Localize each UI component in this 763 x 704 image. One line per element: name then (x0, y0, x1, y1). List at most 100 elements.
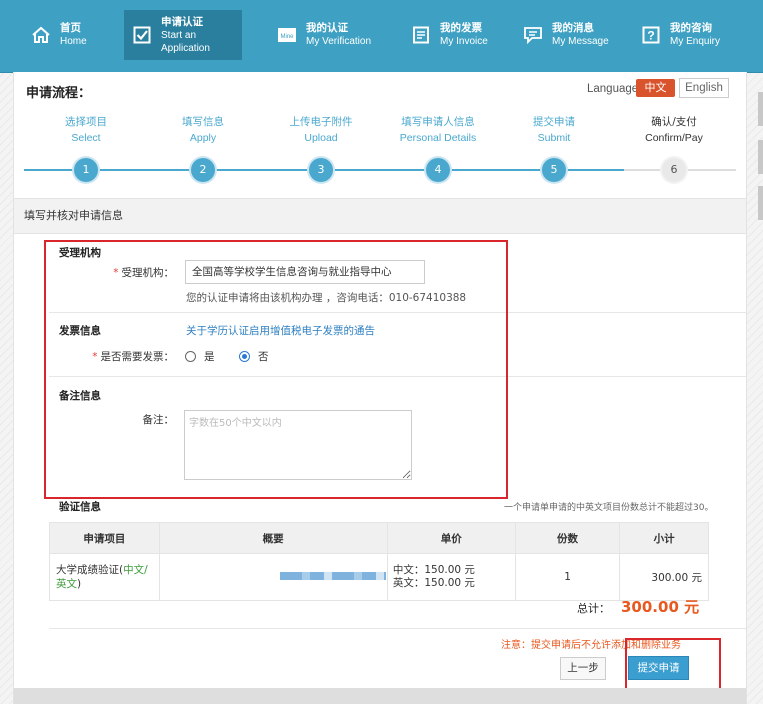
nav-my-message-en: My Message (552, 36, 609, 47)
step-label-en: Upload (304, 132, 338, 144)
nav-my-message[interactable]: 我的消息 My Message (522, 10, 622, 60)
verification-table: 申请项目 概要 单价 份数 小计 大学成绩验证(中文/英文) 中文：150.00… (49, 522, 709, 601)
footer-strip (14, 688, 746, 704)
main-panel: 申请流程： Language： 中文 English 选择项目 Select 填… (13, 72, 747, 704)
summary-redacted-bar (279, 572, 386, 580)
step-label-cn: 提交申请 (533, 116, 575, 128)
nav-my-enquiry-en: My Enquiry (670, 36, 721, 47)
nav-start-application-en: Start an Application (161, 29, 210, 54)
side-tab[interactable] (758, 140, 763, 174)
column-header: 申请项目 (49, 522, 160, 554)
subtotal-cell: 300.00 元 (619, 553, 709, 601)
step-label-submit: 提交申请 Submit (504, 114, 604, 146)
price-chinese: 中文：150.00 元 (392, 564, 475, 576)
radio-unchecked-icon[interactable] (185, 351, 196, 362)
column-header: 概要 (158, 522, 388, 554)
divider (49, 376, 746, 377)
remark-label: 备注： (142, 414, 175, 426)
step-circle-3: 3 (309, 158, 333, 182)
divider (49, 312, 746, 313)
price-english: 英文：150.00 元 (392, 577, 475, 589)
nav-my-verification[interactable]: Mine 我的认证 My Verification (276, 10, 376, 60)
nav-my-invoice-cn: 我的发票 (440, 22, 482, 34)
institution-helper-text: 您的认证申请将由该机构办理 ，咨询电话：010-67410388 (186, 292, 467, 304)
enquiry-icon: ? (640, 25, 662, 45)
step-label-confirm-pay: 确认/支付 Confirm/Pay (624, 114, 724, 146)
remark-group-title: 备注信息 (59, 390, 101, 402)
step-label-cn: 填写申请人信息 (401, 116, 475, 128)
invoice-notice-link[interactable]: 关于学历认证启用增值税电子发票的通告 (186, 323, 375, 338)
column-header: 份数 (514, 522, 621, 554)
required-mark: * (92, 351, 98, 363)
language-english-button[interactable]: English (679, 78, 729, 98)
institution-group-title: 受理机构 (59, 247, 101, 259)
verification-icon-badge: Mine (280, 34, 294, 40)
institution-label-text: 受理机构： (121, 267, 175, 279)
quantity-cell: 1 (514, 553, 621, 601)
step-circle-1: 1 (74, 158, 98, 182)
step-label-en: Apply (189, 132, 217, 144)
radio-checked-icon[interactable] (239, 351, 250, 362)
invoice-option-no-label: 否 (258, 351, 269, 363)
institution-field[interactable]: 全国高等学校学生信息咨询与就业指导中心 (185, 260, 425, 284)
total-label: 总计： (577, 602, 610, 615)
divider (49, 628, 746, 629)
previous-step-button[interactable]: 上一步 (560, 657, 606, 680)
column-header: 小计 (619, 522, 709, 554)
step-label-cn: 填写信息 (182, 116, 224, 128)
nav-home[interactable]: 首页 Home (30, 10, 120, 60)
invoice-option-yes[interactable]: 是 (185, 349, 215, 364)
step-label-en: Select (71, 132, 101, 144)
nav-my-enquiry-cn: 我的咨询 (670, 22, 712, 34)
nav-my-verification-en: My Verification (306, 36, 372, 47)
invoice-group-title: 发票信息 (59, 325, 101, 337)
price-cell: 中文：150.00 元 英文：150.00 元 (386, 553, 516, 601)
nav-start-application[interactable]: 申请认证 Start an Application (124, 10, 242, 60)
message-icon (522, 25, 544, 45)
summary-cell (158, 553, 388, 601)
required-mark: * (113, 267, 119, 279)
step-label-cn: 上传电子附件 (289, 116, 353, 128)
remark-textarea[interactable] (184, 410, 412, 480)
nav-my-enquiry[interactable]: ? 我的咨询 My Enquiry (640, 10, 740, 60)
section-title: 填写并核对申请信息 (14, 198, 746, 234)
home-icon (30, 25, 52, 45)
submit-warning: 注意：提交申请后不允许添加和删除业务 (501, 640, 681, 651)
item-name-suffix: ) (77, 578, 82, 590)
step-label-cn: 选择项目 (65, 116, 107, 128)
verification-title: 验证信息 (59, 501, 101, 513)
step-circle-4: 4 (426, 158, 450, 182)
step-label-apply: 填写信息 Apply (153, 114, 253, 146)
step-circle-5: 5 (542, 158, 566, 182)
step-circle-2: 2 (191, 158, 215, 182)
verification-icon: Mine (276, 25, 298, 45)
invoice-option-no[interactable]: 否 (239, 349, 269, 364)
invoice-need-label-text: 是否需要发票： (100, 351, 175, 363)
table-row: 大学成绩验证(中文/英文) 中文：150.00 元 英文：150.00 元 1 … (49, 553, 709, 601)
invoice-need-label: * 是否需要发票： (24, 349, 174, 364)
verification-limit-note: 一个申请单申请的中英文项目份数总计不能超过30。 (504, 503, 714, 513)
invoice-icon (410, 25, 432, 45)
step-label-en: Submit (537, 132, 571, 144)
nav-my-invoice-en: My Invoice (440, 36, 488, 47)
side-tab[interactable] (758, 186, 763, 220)
item-name-cell: 大学成绩验证(中文/英文) (49, 553, 160, 601)
nav-home-cn: 首页 (60, 22, 81, 34)
step-label-cn: 确认/支付 (651, 116, 697, 128)
nav-home-en: Home (60, 36, 87, 47)
total-value: 300.00 元 (621, 598, 700, 616)
submit-application-button[interactable]: 提交申请 (628, 656, 689, 680)
step-label-personal-details: 填写申请人信息 Personal Details (388, 114, 488, 146)
item-name-prefix: 大学成绩验证( (56, 564, 124, 576)
step-label-en: Confirm/Pay (645, 132, 703, 144)
language-chinese-button[interactable]: 中文 (636, 79, 675, 97)
nav-my-verification-cn: 我的认证 (306, 22, 348, 34)
process-title: 申请流程： (26, 86, 92, 101)
step-label-select: 选择项目 Select (36, 114, 136, 146)
institution-label: * 受理机构： (24, 265, 174, 280)
nav-start-application-cn: 申请认证 (161, 15, 203, 28)
side-tab[interactable] (758, 92, 763, 126)
nav-my-invoice[interactable]: 我的发票 My Invoice (410, 10, 500, 60)
step-label-en: Personal Details (399, 132, 477, 144)
column-header: 单价 (386, 522, 516, 554)
